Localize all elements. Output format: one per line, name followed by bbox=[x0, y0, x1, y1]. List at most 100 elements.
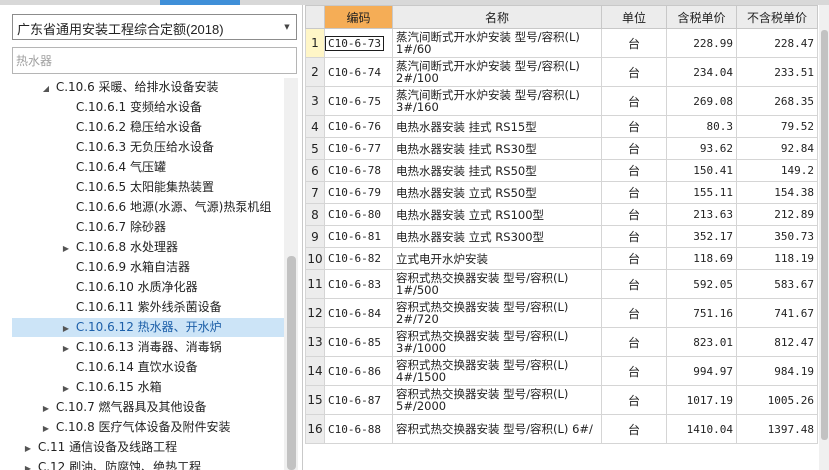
unit-cell[interactable]: 台 bbox=[601, 225, 667, 248]
row-index[interactable]: 13 bbox=[305, 327, 325, 357]
name-cell[interactable]: 蒸汽间断式开水炉安装 型号/容积(L) 2#/100 bbox=[392, 57, 602, 87]
tree-node[interactable]: ▶ C.10.6.12 热水器、开水炉 bbox=[12, 318, 284, 337]
unit-cell[interactable]: 台 bbox=[601, 327, 667, 357]
name-cell[interactable]: 容积式热交换器安装 型号/容积(L) 1#/500 bbox=[392, 269, 602, 299]
price-notax-cell[interactable]: 154.38 bbox=[736, 181, 818, 204]
row-index[interactable]: 4 bbox=[305, 115, 325, 138]
chevron-right-icon[interactable]: ▶ bbox=[60, 379, 72, 398]
unit-cell[interactable]: 台 bbox=[601, 86, 667, 116]
name-cell[interactable]: 蒸汽间断式开水炉安装 型号/容积(L) 3#/160 bbox=[392, 86, 602, 116]
code-cell[interactable]: C10-6-78 bbox=[324, 159, 393, 182]
search-box[interactable] bbox=[12, 47, 297, 74]
table-row[interactable]: 13 C10-6-85 容积式热交换器安装 型号/容积(L) 3#/1000 台 823… bbox=[305, 327, 818, 357]
table-row[interactable]: 4 C10-6-76 电热水器安装 挂式 RS15型台 80.3 79.52 bbox=[305, 115, 818, 138]
column-header-code[interactable]: 编码 bbox=[324, 5, 393, 29]
tree-node[interactable]: ▶ C.10.7 燃气器具及其他设备 bbox=[40, 398, 207, 417]
price-tax-cell[interactable]: 751.16 bbox=[666, 298, 737, 328]
price-tax-cell[interactable]: 93.62 bbox=[666, 137, 737, 160]
unit-cell[interactable]: 台 bbox=[601, 356, 667, 386]
name-cell[interactable]: 电热水器安装 挂式 RS30型 bbox=[392, 137, 602, 160]
tree-node[interactable]: C.10.6.5 太阳能集热装置 bbox=[60, 178, 214, 197]
name-cell[interactable]: 容积式热交换器安装 型号/容积(L) 3#/1000 bbox=[392, 327, 602, 357]
tree-node[interactable]: ▶ C.11 通信设备及线路工程 bbox=[22, 438, 177, 457]
row-index[interactable]: 10 bbox=[305, 247, 325, 270]
price-tax-cell[interactable]: 592.05 bbox=[666, 269, 737, 299]
table-row[interactable]: 10 C10-6-82 立式电开水炉安装台 118.69 118.19 bbox=[305, 247, 818, 270]
table-row[interactable]: 15 C10-6-87 容积式热交换器安装 型号/容积(L) 5#/2000 台 101… bbox=[305, 385, 818, 415]
code-cell[interactable]: C10-6-86 bbox=[324, 356, 393, 386]
table-row[interactable]: 14 C10-6-86 容积式热交换器安装 型号/容积(L) 4#/1500 台 994… bbox=[305, 356, 818, 386]
selected-code-cell[interactable]: C10-6-73 bbox=[325, 35, 384, 51]
code-cell[interactable]: C10-6-81 bbox=[324, 225, 393, 248]
table-row[interactable]: 11 C10-6-83 容积式热交换器安装 型号/容积(L) 1#/500 台 592.… bbox=[305, 269, 818, 299]
row-index[interactable]: 16 bbox=[305, 414, 325, 444]
code-cell[interactable]: C10-6-77 bbox=[324, 137, 393, 160]
unit-cell[interactable]: 台 bbox=[601, 137, 667, 160]
name-cell[interactable]: 电热水器安装 挂式 RS15型 bbox=[392, 115, 602, 138]
code-cell[interactable]: C10-6-84 bbox=[324, 298, 393, 328]
tree-node[interactable]: ▶ C.10.6.13 消毒器、消毒锅 bbox=[60, 338, 222, 357]
price-tax-cell[interactable]: 118.69 bbox=[666, 247, 737, 270]
tree-node[interactable]: C.10.6.3 无负压给水设备 bbox=[60, 138, 214, 157]
price-notax-cell[interactable]: 212.89 bbox=[736, 203, 818, 226]
column-header-price-notax[interactable]: 不含税单价 bbox=[736, 5, 818, 29]
unit-cell[interactable]: 台 bbox=[601, 247, 667, 270]
code-cell[interactable]: C10-6-73 bbox=[324, 28, 393, 58]
tree-scrollbar[interactable] bbox=[284, 78, 298, 470]
column-header-price-tax[interactable]: 含税单价 bbox=[666, 5, 737, 29]
tree-node[interactable]: C.10.6.6 地源(水源、气源)热泵机组 bbox=[60, 198, 272, 217]
row-index[interactable]: 2 bbox=[305, 57, 325, 87]
price-tax-cell[interactable]: 155.11 bbox=[666, 181, 737, 204]
price-notax-cell[interactable]: 233.51 bbox=[736, 57, 818, 87]
price-notax-cell[interactable]: 228.47 bbox=[736, 28, 818, 58]
price-notax-cell[interactable]: 92.84 bbox=[736, 137, 818, 160]
price-notax-cell[interactable]: 118.19 bbox=[736, 247, 818, 270]
unit-cell[interactable]: 台 bbox=[601, 385, 667, 415]
chevron-right-icon[interactable]: ▶ bbox=[40, 399, 52, 418]
name-cell[interactable]: 容积式热交换器安装 型号/容积(L) 6#/ bbox=[392, 414, 602, 444]
tree-node[interactable]: C.10.6.10 水质净化器 bbox=[60, 278, 198, 297]
tree-scrollbar-thumb[interactable] bbox=[287, 256, 296, 470]
row-index[interactable]: 12 bbox=[305, 298, 325, 328]
price-notax-cell[interactable]: 984.19 bbox=[736, 356, 818, 386]
price-notax-cell[interactable]: 741.67 bbox=[736, 298, 818, 328]
price-notax-cell[interactable]: 79.52 bbox=[736, 115, 818, 138]
price-notax-cell[interactable]: 149.2 bbox=[736, 159, 818, 182]
row-index[interactable]: 15 bbox=[305, 385, 325, 415]
chevron-right-icon[interactable]: ▶ bbox=[60, 319, 72, 338]
price-notax-cell[interactable]: 1397.48 bbox=[736, 414, 818, 444]
code-cell[interactable]: C10-6-74 bbox=[324, 57, 393, 87]
name-cell[interactable]: 电热水器安装 立式 RS300型 bbox=[392, 225, 602, 248]
code-cell[interactable]: C10-6-75 bbox=[324, 86, 393, 116]
name-cell[interactable]: 电热水器安装 立式 RS100型 bbox=[392, 203, 602, 226]
unit-cell[interactable]: 台 bbox=[601, 414, 667, 444]
name-cell[interactable]: 蒸汽间断式开水炉安装 型号/容积(L) 1#/60 bbox=[392, 28, 602, 58]
unit-cell[interactable]: 台 bbox=[601, 203, 667, 226]
unit-cell[interactable]: 台 bbox=[601, 298, 667, 328]
tree-node[interactable]: ▶ C.10.6.15 水箱 bbox=[60, 378, 162, 397]
price-notax-cell[interactable]: 350.73 bbox=[736, 225, 818, 248]
unit-cell[interactable]: 台 bbox=[601, 181, 667, 204]
price-tax-cell[interactable]: 994.97 bbox=[666, 356, 737, 386]
price-tax-cell[interactable]: 213.63 bbox=[666, 203, 737, 226]
table-row[interactable]: 12 C10-6-84 容积式热交换器安装 型号/容积(L) 2#/720 台 751.… bbox=[305, 298, 818, 328]
search-input[interactable] bbox=[13, 48, 289, 73]
code-cell[interactable]: C10-6-82 bbox=[324, 247, 393, 270]
chevron-right-icon[interactable]: ▶ bbox=[22, 439, 34, 458]
price-tax-cell[interactable]: 228.99 bbox=[666, 28, 737, 58]
tree-node[interactable]: C.10.6.7 除砂器 bbox=[60, 218, 166, 237]
table-scrollbar-thumb[interactable] bbox=[821, 30, 828, 440]
name-cell[interactable]: 电热水器安装 立式 RS50型 bbox=[392, 181, 602, 204]
chevron-right-icon[interactable]: ▶ bbox=[60, 339, 72, 358]
code-cell[interactable]: C10-6-80 bbox=[324, 203, 393, 226]
code-cell[interactable]: C10-6-87 bbox=[324, 385, 393, 415]
chevron-right-icon[interactable]: ▶ bbox=[40, 419, 52, 438]
price-tax-cell[interactable]: 823.01 bbox=[666, 327, 737, 357]
price-tax-cell[interactable]: 150.41 bbox=[666, 159, 737, 182]
column-header-name[interactable]: 名称 bbox=[392, 5, 602, 29]
tree-node[interactable]: C.10.6.4 气压罐 bbox=[60, 158, 166, 177]
price-notax-cell[interactable]: 812.47 bbox=[736, 327, 818, 357]
row-index[interactable]: 8 bbox=[305, 203, 325, 226]
tree-node[interactable]: C.10.6.11 紫外线杀菌设备 bbox=[60, 298, 222, 317]
row-index[interactable]: 7 bbox=[305, 181, 325, 204]
